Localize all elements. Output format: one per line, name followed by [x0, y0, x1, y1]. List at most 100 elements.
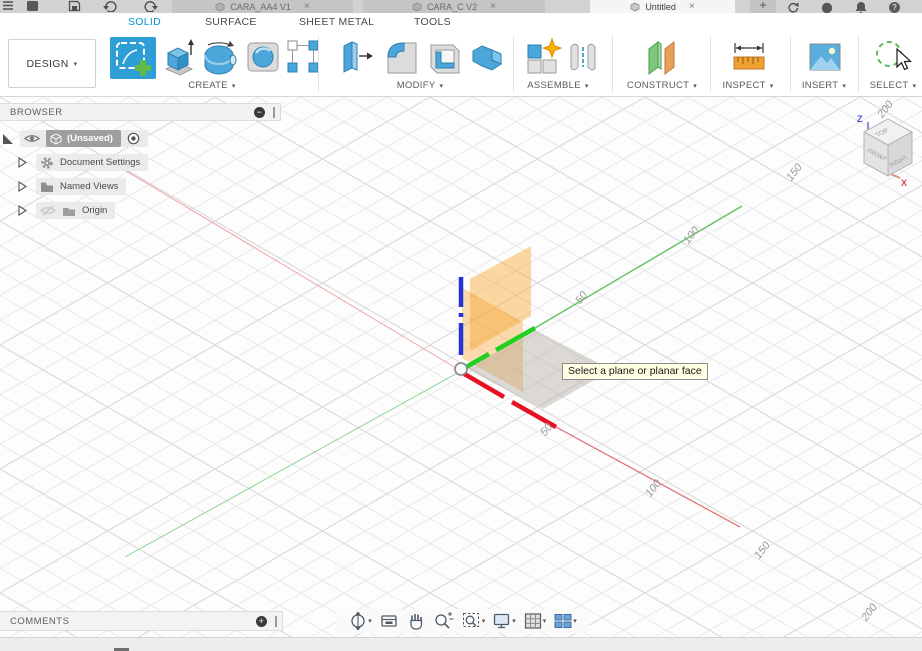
origin-point[interactable] — [454, 362, 468, 376]
visibility-off-eye-icon[interactable] — [40, 205, 56, 216]
primitive-box-button[interactable] — [244, 37, 282, 84]
expand-corner-icon[interactable] — [2, 133, 14, 145]
browser-item-label: Named Views — [60, 181, 119, 192]
chevron-down-icon[interactable]: ▾ — [512, 617, 516, 625]
file-icon[interactable] — [26, 0, 39, 12]
look-at-tool[interactable] — [379, 611, 399, 631]
redo-icon[interactable] — [143, 0, 159, 12]
shell-button[interactable] — [426, 37, 464, 84]
orbit-icon — [351, 611, 365, 631]
group-label-insert[interactable]: INSERT ▾ — [802, 80, 846, 91]
close-tab-icon[interactable]: × — [490, 1, 496, 12]
panel-resize-grip[interactable] — [275, 615, 277, 627]
viewports-tool[interactable]: ▾ — [553, 611, 577, 631]
pan-tool[interactable] — [406, 611, 426, 631]
navigation-toolbar: ▾ ▾ ▾ ▾ ▾ — [336, 609, 589, 633]
collapse-panel-icon[interactable]: − — [254, 106, 265, 118]
root-component[interactable]: (Unsaved) — [46, 130, 121, 147]
add-comment-icon[interactable]: + — [256, 615, 267, 627]
rectangular-pattern-button[interactable] — [286, 37, 320, 84]
group-label-assemble[interactable]: ASSEMBLE ▾ — [527, 80, 588, 91]
document-cube-icon — [630, 2, 640, 11]
press-pull-button[interactable] — [338, 37, 376, 84]
ribbon-tab-solid[interactable]: SOLID — [128, 16, 161, 28]
job-status-icon[interactable] — [821, 2, 833, 14]
ribbon-tab-surface[interactable]: SURFACE — [205, 16, 257, 28]
browser-title: BROWSER — [10, 106, 63, 118]
create-sketch-button[interactable] — [110, 37, 156, 79]
ribbon-tab-tools[interactable]: TOOLS — [414, 16, 451, 28]
group-label-select[interactable]: SELECT ▾ — [870, 80, 917, 91]
chevron-down-icon: ▾ — [842, 82, 847, 90]
expand-arrow-icon[interactable] — [18, 157, 27, 168]
viewports-icon — [554, 614, 572, 628]
orbit-tool[interactable]: ▾ — [348, 611, 372, 631]
construct-plane-button[interactable] — [644, 37, 680, 84]
chevron-down-icon: ▾ — [584, 82, 589, 90]
component-cube-icon — [50, 132, 62, 145]
revolve-button[interactable] — [200, 37, 238, 84]
new-component-button[interactable] — [524, 37, 564, 84]
close-tab-icon[interactable]: × — [304, 1, 310, 12]
undo-icon[interactable] — [102, 0, 118, 12]
group-label-create[interactable]: CREATE ▾ — [188, 80, 235, 91]
sync-icon[interactable] — [786, 1, 799, 13]
browser-root-row[interactable]: (Unsaved) — [0, 130, 148, 147]
chevron-down-icon: ▾ — [693, 82, 698, 90]
group-label-inspect[interactable]: INSPECT ▾ — [722, 80, 773, 91]
chevron-down-icon[interactable]: ▾ — [482, 617, 486, 625]
combine-button[interactable] — [468, 37, 506, 84]
taskbar-strip — [0, 637, 922, 651]
document-tab[interactable]: CARA_AA4 V1 × — [172, 0, 353, 13]
comments-title: COMMENTS — [10, 615, 70, 627]
browser-row-origin[interactable]: Origin — [18, 202, 116, 219]
browser-panel-header[interactable]: BROWSER − — [0, 103, 281, 121]
save-icon[interactable] — [68, 0, 81, 12]
display-settings-tool[interactable]: ▾ — [492, 611, 516, 631]
group-divider — [790, 36, 791, 92]
comments-panel-header[interactable]: COMMENTS + — [0, 611, 283, 631]
visibility-eye-icon[interactable] — [24, 133, 40, 144]
look-at-icon — [381, 615, 397, 627]
measure-button[interactable] — [730, 37, 768, 84]
viewcube-x-label: X — [901, 178, 907, 188]
fit-icon — [462, 613, 479, 627]
activate-component-radio-icon[interactable] — [127, 132, 140, 145]
close-tab-icon[interactable]: × — [689, 1, 695, 12]
document-tab[interactable]: CARA_C V2 × — [363, 0, 545, 13]
document-tab-label: CARA_C V2 — [427, 1, 478, 12]
chevron-down-icon[interactable]: ▾ — [573, 617, 577, 625]
ribbon-tab-sheet-metal[interactable]: SHEET METAL — [299, 16, 374, 28]
folder-icon — [41, 182, 53, 192]
new-document-button[interactable]: + — [750, 0, 776, 13]
document-tab-active[interactable]: Untitled × — [590, 0, 735, 13]
group-label-modify[interactable]: MODIFY ▾ — [397, 80, 444, 91]
chevron-down-icon[interactable]: ▾ — [368, 617, 372, 625]
root-label: (Unsaved) — [67, 133, 113, 144]
titlebar-right-icons: ? — [780, 0, 922, 13]
chevron-down-icon: ▾ — [912, 82, 917, 90]
browser-row-document-settings[interactable]: Document Settings — [18, 154, 149, 171]
viewport-canvas[interactable]: 50 100 150 200 50 100 150 200 TOP FRONT … — [0, 97, 922, 637]
browser-item-label: Document Settings — [60, 157, 141, 168]
zoom-tool[interactable] — [433, 611, 455, 631]
panel-resize-grip[interactable] — [273, 106, 275, 118]
group-label-construct[interactable]: CONSTRUCT ▾ — [627, 80, 697, 91]
fillet-button[interactable] — [382, 37, 422, 84]
grid-and-snaps-tool[interactable]: ▾ — [523, 611, 547, 631]
extrude-button[interactable] — [160, 37, 196, 84]
browser-item-label: Origin — [82, 205, 108, 216]
design-workspace-dropdown[interactable]: DESIGN ▾ — [8, 39, 96, 88]
notification-bell-icon[interactable] — [855, 1, 867, 13]
expand-arrow-icon[interactable] — [18, 205, 27, 216]
insert-image-button[interactable] — [806, 37, 844, 84]
fit-tool[interactable]: ▾ — [462, 611, 486, 631]
group-divider — [858, 36, 859, 92]
joint-button[interactable] — [566, 37, 600, 84]
expand-arrow-icon[interactable] — [18, 181, 27, 192]
display-settings-icon — [494, 613, 510, 629]
app-menu-icon[interactable] — [2, 0, 14, 12]
browser-row-named-views[interactable]: Named Views — [18, 178, 127, 195]
help-icon[interactable]: ? — [889, 2, 900, 13]
chevron-down-icon[interactable]: ▾ — [543, 617, 547, 625]
